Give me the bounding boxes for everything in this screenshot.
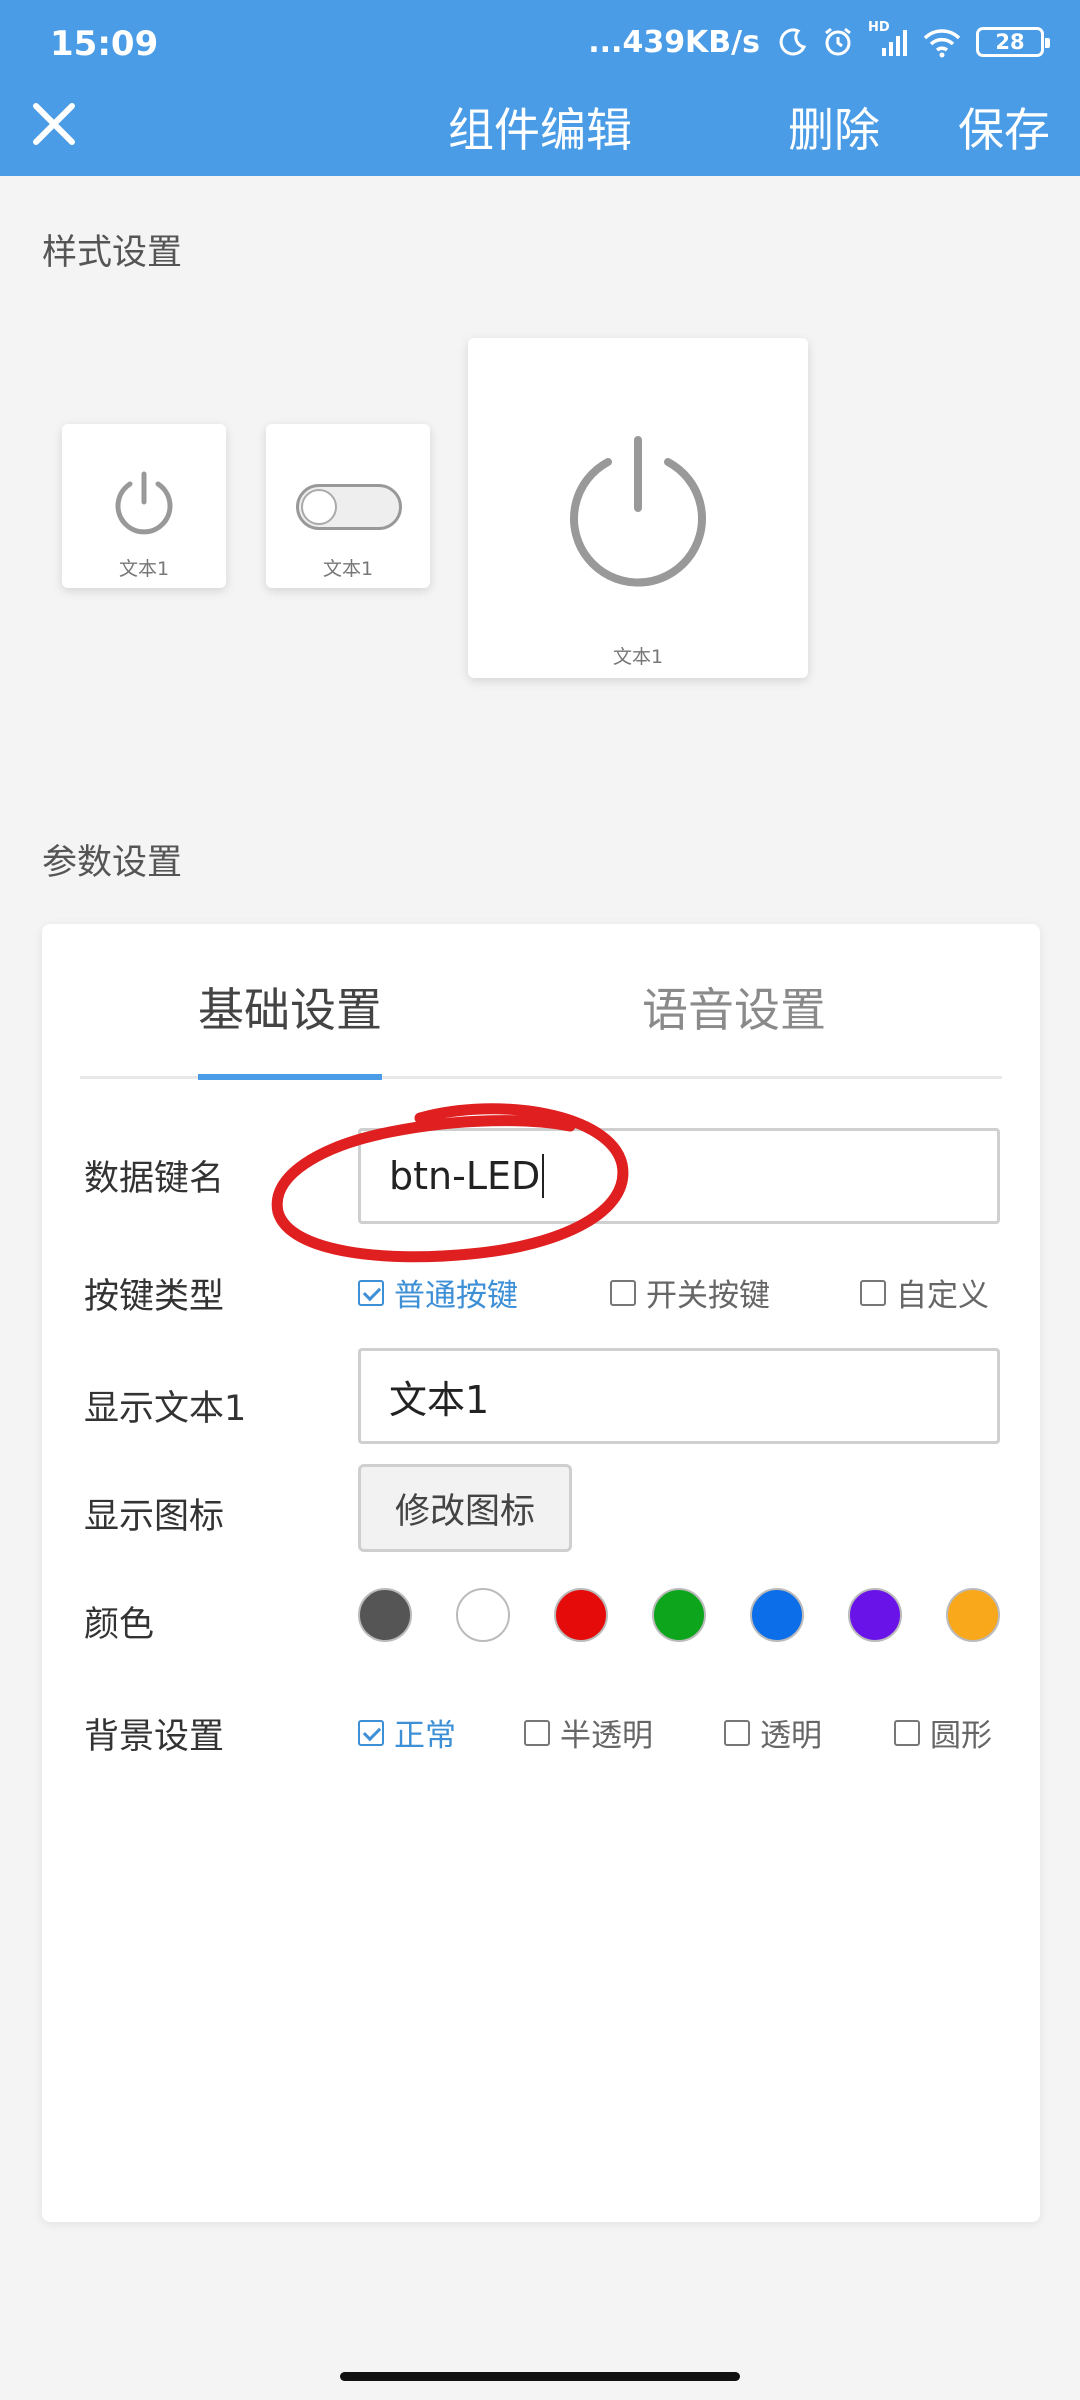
color-swatch-red[interactable]: [554, 1588, 608, 1642]
wifi-icon: [923, 29, 961, 58]
toggle-switch-icon: [296, 484, 402, 530]
params-section-title: 参数设置: [42, 843, 183, 883]
page-title: 组件编辑: [448, 103, 632, 157]
change-icon-button[interactable]: 修改图标: [358, 1464, 572, 1552]
text-cursor: [542, 1154, 545, 1198]
signal-icon: HD: [868, 20, 908, 58]
checkbox-icon: [610, 1279, 636, 1306]
color-label: 颜色: [84, 1605, 155, 1645]
option-label: 正常: [394, 1718, 456, 1754]
status-indicators: ...439KB/s HD 28: [588, 20, 1050, 62]
home-indicator[interactable]: [340, 2372, 740, 2381]
display-icon-label: 显示图标: [84, 1497, 225, 1537]
background-transparent[interactable]: 透明: [724, 1710, 822, 1755]
params-panel: 基础设置 语音设置 数据键名 btn-LED 按键类型 普通按键 开关按键 自定…: [42, 924, 1040, 2222]
save-button[interactable]: 保存: [958, 94, 1050, 160]
color-swatch-green[interactable]: [652, 1588, 706, 1642]
header: 组件编辑 删除 保存: [0, 80, 1080, 176]
network-speed: ...439KB/s: [588, 24, 760, 60]
color-swatch-gray[interactable]: [358, 1588, 412, 1642]
moon-icon: [779, 28, 807, 56]
style-option-power-large[interactable]: 文本1: [468, 338, 808, 678]
tab-active-indicator: [198, 1074, 382, 1080]
battery-level: 28: [995, 30, 1025, 54]
key-type-normal[interactable]: 普通按键: [358, 1270, 518, 1315]
checkbox-icon: [724, 1719, 750, 1746]
data-key-label: 数据键名: [84, 1159, 225, 1199]
style-option-power-small[interactable]: 文本1: [62, 424, 226, 588]
background-semi-transparent[interactable]: 半透明: [524, 1710, 653, 1755]
battery-icon: 28: [976, 27, 1050, 57]
background-label: 背景设置: [84, 1717, 225, 1757]
display-text-label: 显示文本1: [84, 1389, 247, 1429]
option-label: 透明: [760, 1718, 822, 1754]
checkbox-checked-icon: [358, 1719, 384, 1746]
style-section-title: 样式设置: [42, 233, 183, 273]
option-label: 圆形: [930, 1718, 992, 1754]
checkbox-icon: [524, 1719, 550, 1746]
key-type-label: 按键类型: [84, 1277, 225, 1317]
style-option-switch[interactable]: 文本1: [266, 424, 430, 588]
option-label: 自定义: [896, 1278, 989, 1314]
option-label: 普通按键: [394, 1278, 518, 1314]
color-swatch-blue[interactable]: [750, 1588, 804, 1642]
key-type-custom[interactable]: 自定义: [860, 1270, 989, 1315]
checkbox-checked-icon: [358, 1279, 384, 1306]
tab-voice-settings[interactable]: 语音设置: [584, 974, 884, 1040]
style-option-label: 文本1: [612, 646, 664, 668]
display-text-input[interactable]: 文本1: [358, 1348, 1000, 1444]
color-swatch-purple[interactable]: [848, 1588, 902, 1642]
alarm-icon: [825, 27, 851, 56]
style-option-label: 文本1: [322, 558, 374, 580]
data-key-input[interactable]: btn-LED: [358, 1128, 1000, 1224]
option-label: 开关按键: [646, 1278, 770, 1314]
color-swatch-white[interactable]: [456, 1588, 510, 1642]
delete-button[interactable]: 删除: [788, 94, 880, 160]
style-option-label: 文本1: [118, 558, 170, 580]
checkbox-icon: [860, 1279, 886, 1306]
tab-basic-settings[interactable]: 基础设置: [140, 974, 440, 1040]
power-icon: [570, 436, 706, 587]
option-label: 半透明: [560, 1718, 653, 1754]
power-icon: [115, 471, 173, 535]
status-bar: 15:09 ...439KB/s HD 28: [0, 0, 1080, 80]
data-key-value: btn-LED: [389, 1154, 541, 1198]
key-type-switch[interactable]: 开关按键: [610, 1270, 770, 1315]
background-normal[interactable]: 正常: [358, 1710, 456, 1755]
color-swatch-orange[interactable]: [946, 1588, 1000, 1642]
status-time: 15:09: [50, 24, 159, 64]
background-circle[interactable]: 圆形: [894, 1710, 992, 1755]
top-bar: 15:09 ...439KB/s HD 28 组件编辑 删除 保存: [0, 0, 1080, 176]
checkbox-icon: [894, 1719, 920, 1746]
